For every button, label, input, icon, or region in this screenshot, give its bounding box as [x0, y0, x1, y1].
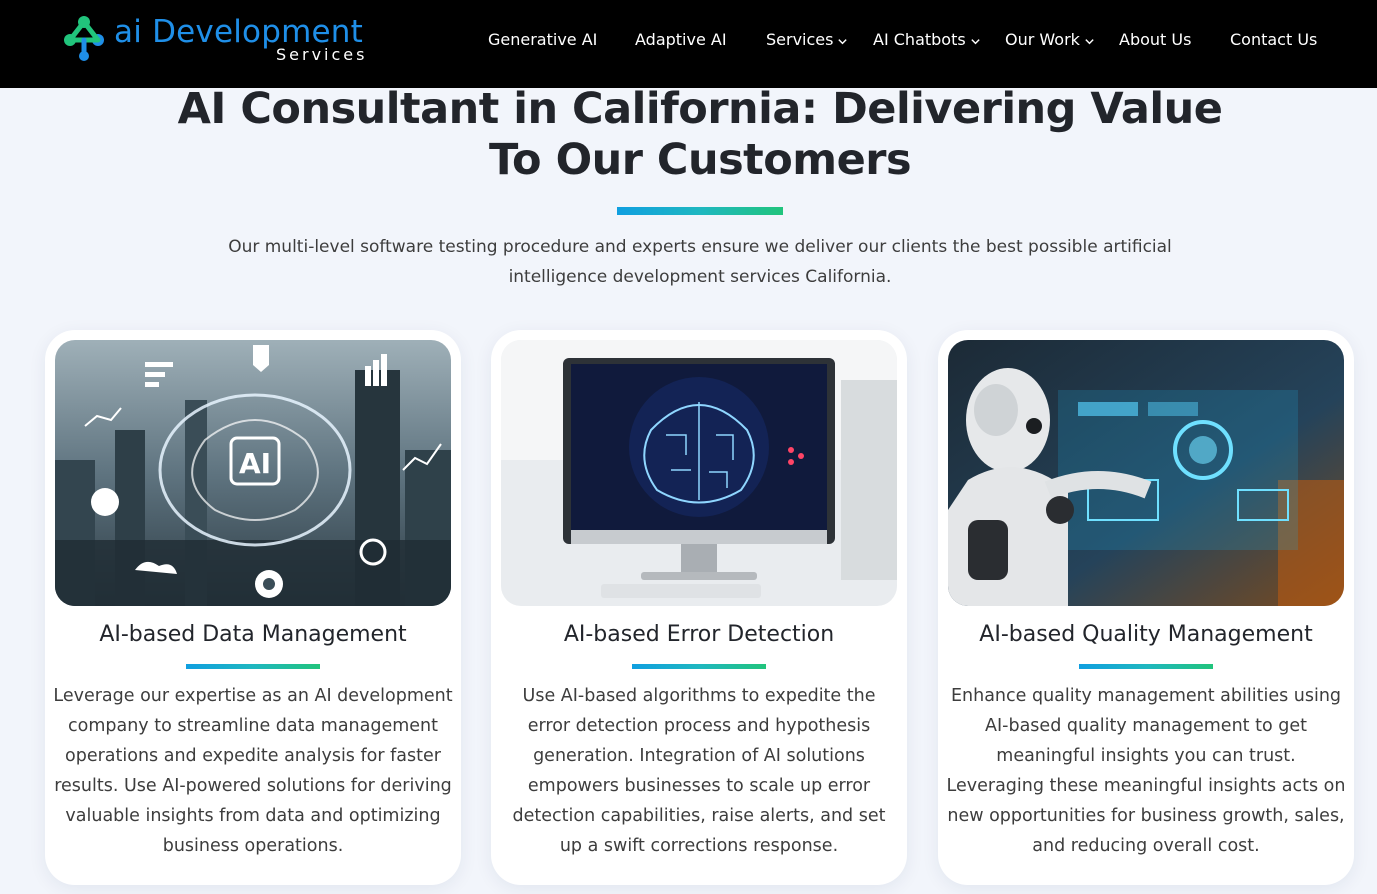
chevron-down-icon	[971, 38, 980, 44]
nav-label: Adaptive AI	[635, 30, 727, 49]
nav-ai-chatbots[interactable]: AI Chatbots	[873, 30, 981, 49]
feature-card-quality-management: AI-based Quality Management Enhance qual…	[938, 330, 1354, 885]
nav-generative-ai[interactable]: Generative AI	[488, 30, 597, 49]
page-description-line1: Our multi-level software testing procedu…	[228, 237, 1172, 257]
chevron-down-icon	[838, 38, 848, 44]
page-description: Our multi-level software testing procedu…	[180, 232, 1220, 292]
svg-text:AI: AI	[239, 447, 271, 480]
card-image-ai-brain-city: AI	[55, 340, 451, 606]
nav-label: Contact Us	[1230, 30, 1318, 49]
feature-card-error-detection: AI-based Error Detection Use AI-based al…	[491, 330, 907, 885]
card-title: AI-based Error Detection	[563, 622, 835, 647]
card-description: Leverage our expertise as an AI developm…	[53, 686, 453, 856]
nav-services[interactable]: Services	[766, 30, 848, 49]
nav-label: Generative AI	[488, 30, 598, 49]
page-title-line1: AI Consultant in California: Delivering …	[177, 84, 1223, 134]
card-title: AI-based Data Management	[99, 622, 407, 647]
page-title-line2: To Our Customers	[488, 135, 912, 185]
nav-about-us[interactable]: About Us	[1119, 30, 1191, 49]
nav-label: Our Work	[1005, 30, 1080, 49]
main-navigation: Generative AI Adaptive AI Services AI Ch…	[0, 30, 1377, 52]
card-image-monitor-brain	[501, 340, 897, 606]
nav-label: About Us	[1119, 30, 1192, 49]
site-header: ai Development Services Generative AI Ad…	[0, 0, 1377, 88]
page-description-line2: intelligence development services Califo…	[508, 267, 892, 287]
nav-adaptive-ai[interactable]: Adaptive AI	[635, 30, 727, 49]
card-divider	[186, 664, 320, 669]
nav-label: AI Chatbots	[873, 30, 966, 49]
nav-label: Services	[766, 30, 834, 49]
nav-our-work[interactable]: Our Work	[1005, 30, 1095, 49]
page-title: AI Consultant in California: Delivering …	[100, 84, 1300, 186]
card-title: AI-based Quality Management	[979, 622, 1313, 647]
card-divider	[1079, 664, 1213, 669]
card-description: Use AI-based algorithms to expedite the …	[512, 686, 886, 856]
card-image-robot-hologram	[948, 340, 1344, 606]
nav-contact-us[interactable]: Contact Us	[1230, 30, 1317, 49]
title-divider	[617, 207, 783, 215]
feature-card-data-management: AI AI-based Data Management Leverage our…	[45, 330, 461, 885]
card-description: Enhance quality management abilities usi…	[946, 686, 1346, 856]
card-divider	[632, 664, 766, 669]
chevron-down-icon	[1085, 38, 1094, 44]
